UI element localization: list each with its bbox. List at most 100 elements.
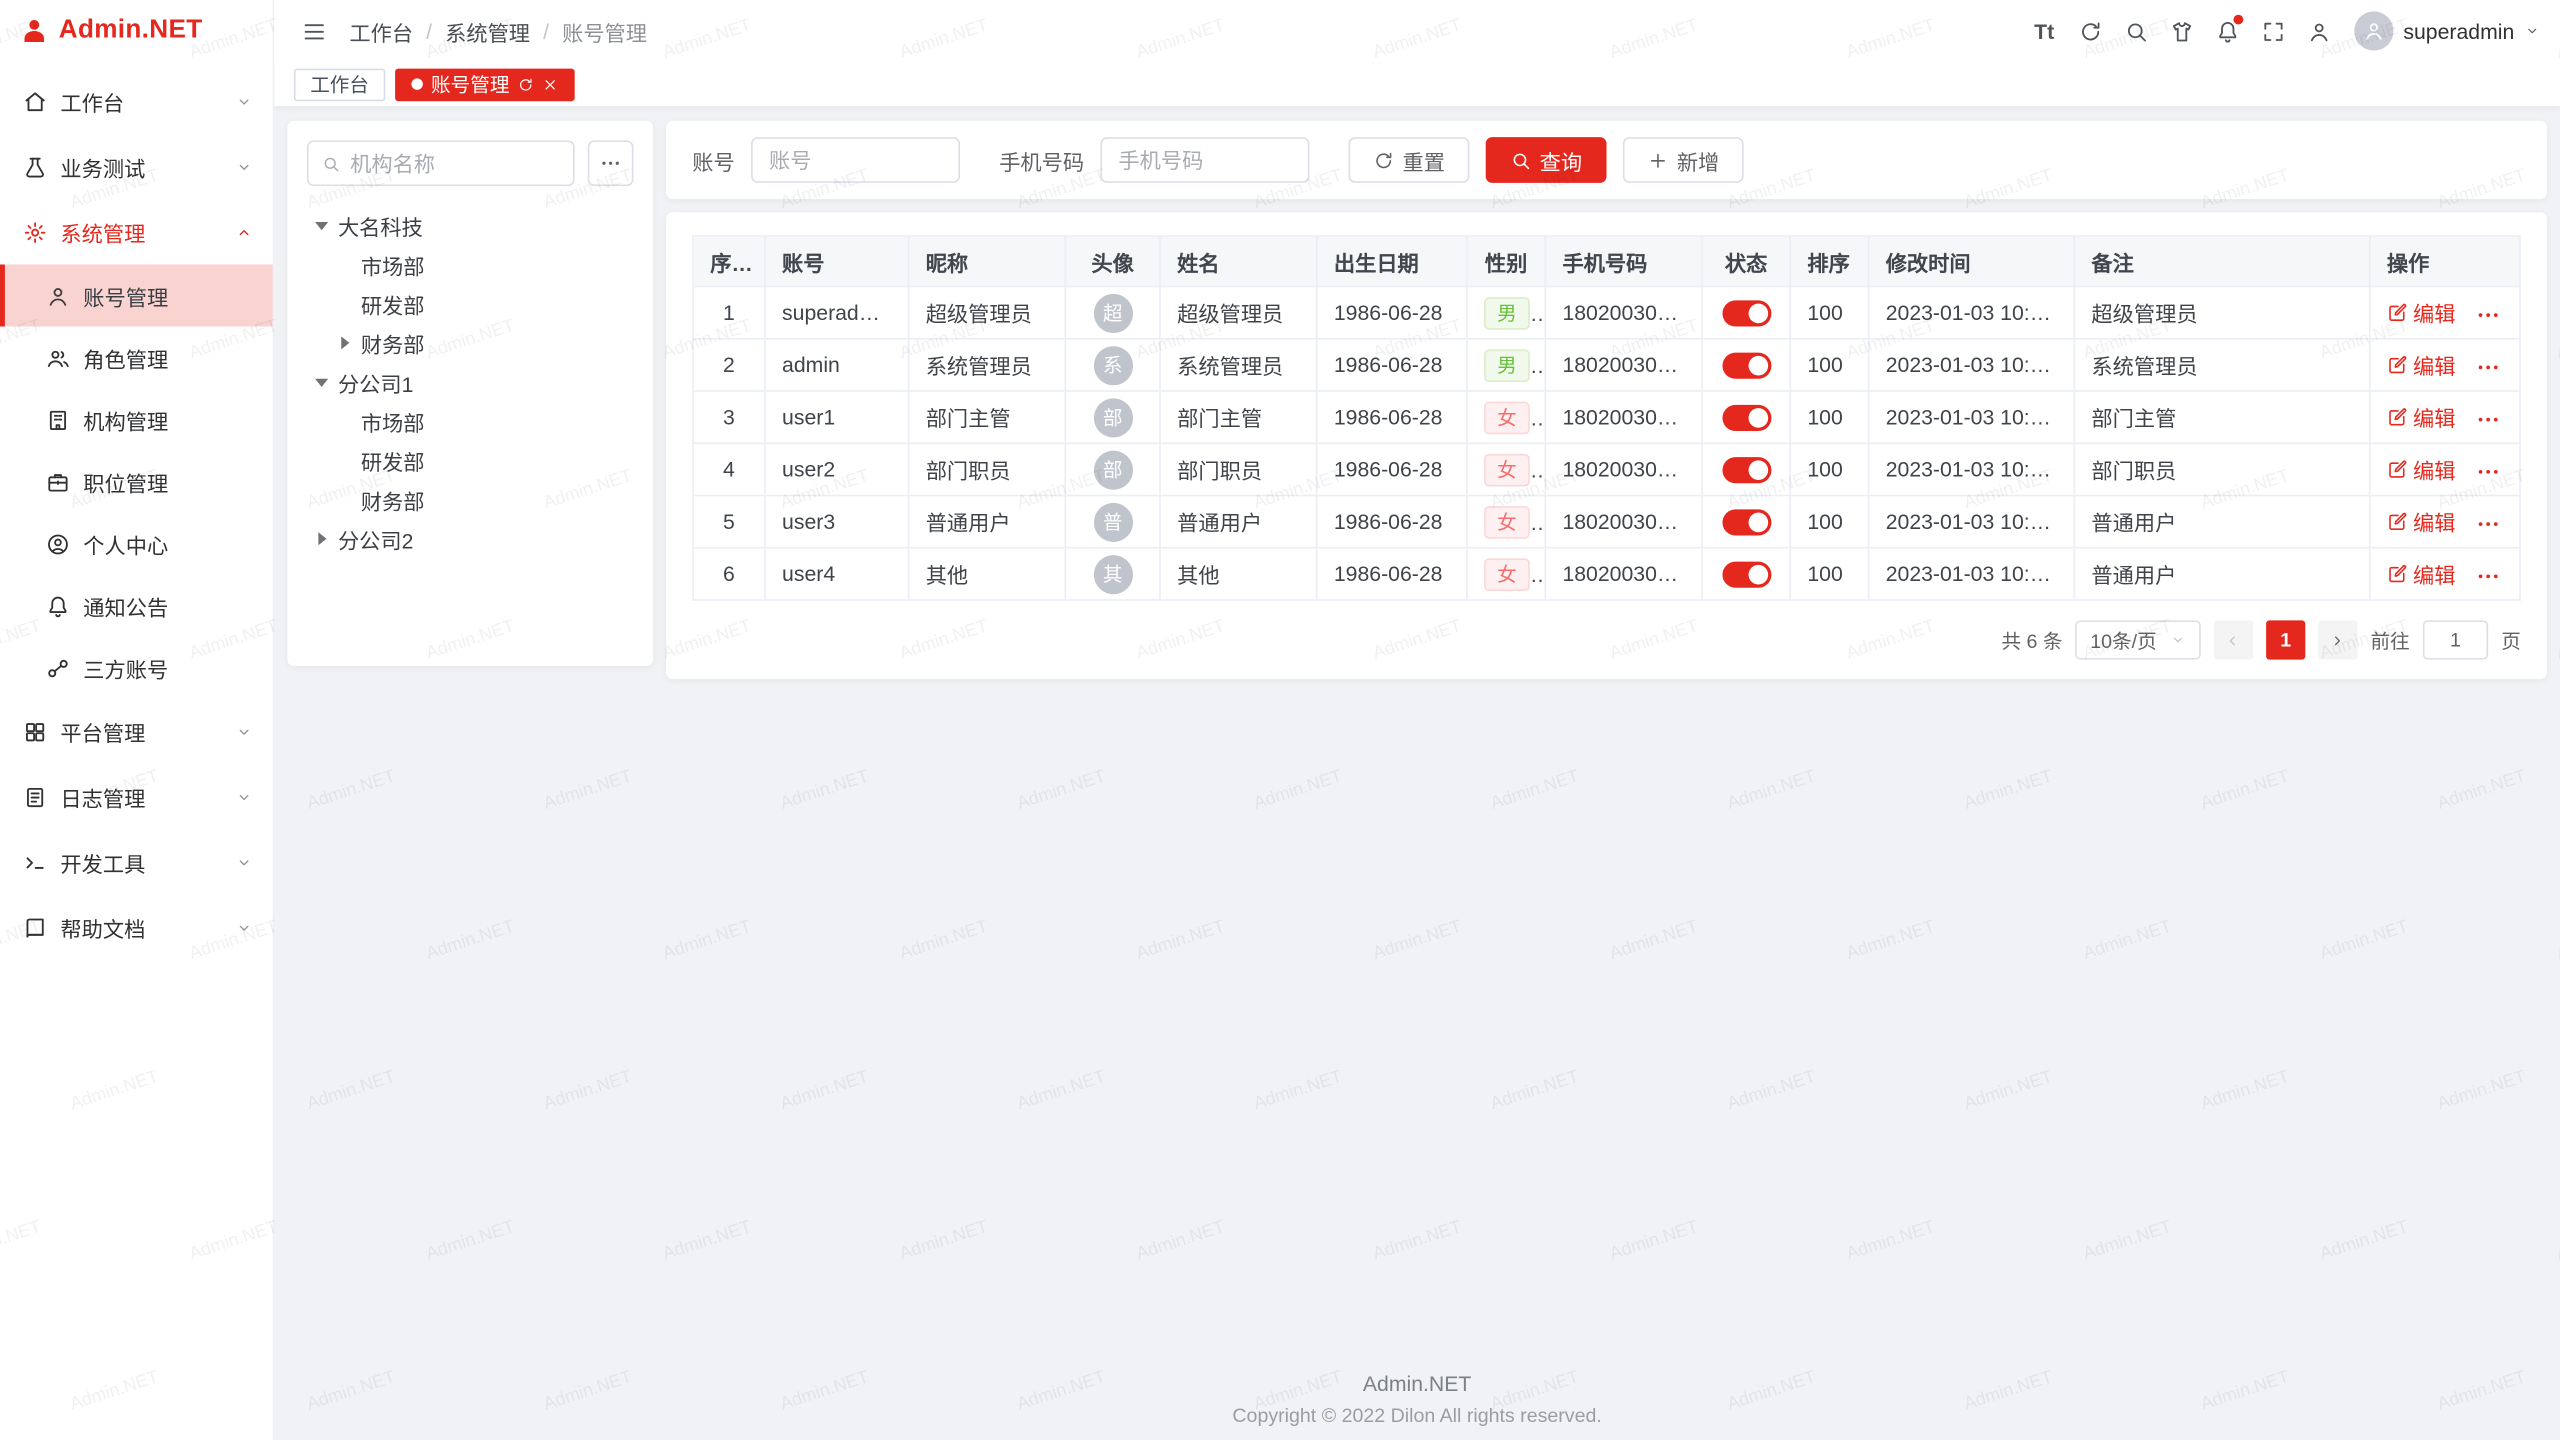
prev-page-button[interactable] bbox=[2214, 620, 2253, 659]
sidebar-item-log-management[interactable]: 日志管理 bbox=[0, 764, 273, 829]
table-cell: 18020030720 bbox=[1545, 287, 1702, 339]
edit-button[interactable]: 编辑 bbox=[2387, 349, 2456, 380]
sidebar-item-dev-tools[interactable]: 开发工具 bbox=[0, 829, 273, 894]
more-actions-icon[interactable] bbox=[2475, 407, 2501, 433]
sidebar-item-system-management[interactable]: 系统管理 bbox=[0, 199, 273, 264]
breadcrumb-item[interactable]: 工作台 bbox=[349, 16, 413, 47]
org-search-input[interactable] bbox=[350, 151, 560, 175]
tree-node[interactable]: 分公司1 bbox=[307, 362, 634, 401]
tree-node[interactable]: 市场部 bbox=[307, 402, 634, 441]
tree-node[interactable]: 财务部 bbox=[307, 480, 634, 519]
table-cell bbox=[1702, 339, 1790, 391]
tree-node-label: 研发部 bbox=[361, 445, 425, 476]
gender-tag: 女 bbox=[1484, 401, 1530, 434]
org-tree: 大名科技市场部研发部财务部分公司1市场部研发部财务部分公司2 bbox=[307, 206, 634, 559]
more-actions-icon[interactable] bbox=[2475, 563, 2501, 589]
add-button[interactable]: 新增 bbox=[1623, 137, 1744, 183]
table-cell: 1986-06-28 bbox=[1317, 391, 1467, 443]
status-toggle[interactable] bbox=[1722, 561, 1771, 587]
sidebar-item-third-party-account[interactable]: 三方账号 bbox=[0, 637, 273, 699]
tab-close-icon[interactable] bbox=[542, 76, 558, 92]
profile-icon[interactable] bbox=[2299, 11, 2338, 50]
table-cell: 系 bbox=[1065, 339, 1160, 391]
reset-button[interactable]: 重置 bbox=[1349, 137, 1470, 183]
edit-icon bbox=[2387, 354, 2408, 375]
more-actions-icon[interactable] bbox=[2475, 459, 2501, 485]
more-actions-icon[interactable] bbox=[2475, 302, 2501, 328]
status-toggle[interactable] bbox=[1722, 300, 1771, 326]
fullscreen-icon[interactable] bbox=[2253, 11, 2292, 50]
column-header: 手机号码 bbox=[1545, 236, 1702, 287]
org-icon bbox=[46, 407, 70, 431]
font-size-icon[interactable]: Tt bbox=[2025, 11, 2064, 50]
sidebar-item-personal-center[interactable]: 个人中心 bbox=[0, 513, 273, 575]
caret-down-icon[interactable] bbox=[310, 221, 333, 229]
tab-workbench[interactable]: 工作台 bbox=[294, 68, 385, 101]
status-toggle[interactable] bbox=[1722, 405, 1771, 431]
gender-tag: 女 bbox=[1484, 558, 1530, 591]
home-icon bbox=[23, 89, 47, 113]
tree-node[interactable]: 市场部 bbox=[307, 245, 634, 284]
table-cell: admin bbox=[765, 339, 909, 391]
more-actions-icon[interactable] bbox=[2475, 354, 2501, 380]
edit-button[interactable]: 编辑 bbox=[2387, 506, 2456, 537]
sidebar-item-help-docs[interactable]: 帮助文档 bbox=[0, 895, 273, 960]
user-table: 序号账号昵称头像姓名出生日期性别手机号码状态排序修改时间备注操作 1supera… bbox=[692, 235, 2521, 601]
page-size-select[interactable]: 10条/页 bbox=[2076, 620, 2201, 659]
sidebar-item-org-management[interactable]: 机构管理 bbox=[0, 389, 273, 451]
caret-down-icon[interactable] bbox=[310, 378, 333, 386]
user-icon bbox=[46, 283, 70, 307]
org-more-button[interactable] bbox=[588, 140, 634, 186]
tree-node[interactable]: 分公司2 bbox=[307, 519, 634, 558]
account-input[interactable] bbox=[751, 137, 960, 183]
collapse-menu-icon[interactable] bbox=[294, 11, 333, 50]
gender-tag: 男 bbox=[1484, 296, 1530, 329]
refresh-icon[interactable] bbox=[2070, 11, 2109, 50]
tree-node-label: 研发部 bbox=[361, 288, 425, 319]
user-menu[interactable]: superadmin bbox=[2354, 11, 2540, 50]
caret-right-icon[interactable] bbox=[333, 336, 356, 349]
status-toggle[interactable] bbox=[1722, 457, 1771, 483]
theme-icon[interactable] bbox=[2162, 11, 2201, 50]
table-cell: 编辑 bbox=[2370, 391, 2520, 443]
sidebar-item-position-management[interactable]: 职位管理 bbox=[0, 451, 273, 513]
sidebar-item-business-test[interactable]: 业务测试 bbox=[0, 134, 273, 199]
page-1-button[interactable]: 1 bbox=[2266, 620, 2305, 659]
phone-input[interactable] bbox=[1100, 137, 1309, 183]
table-cell: 100 bbox=[1790, 287, 1868, 339]
goto-input[interactable] bbox=[2423, 620, 2488, 659]
tab-label: 账号管理 bbox=[431, 70, 509, 98]
tree-node[interactable]: 大名科技 bbox=[307, 206, 634, 245]
query-button[interactable]: 查询 bbox=[1486, 137, 1607, 183]
more-actions-icon[interactable] bbox=[2475, 511, 2501, 537]
tree-node[interactable]: 财务部 bbox=[307, 323, 634, 362]
sidebar-item-workbench[interactable]: 工作台 bbox=[0, 69, 273, 134]
notification-icon[interactable] bbox=[2207, 11, 2246, 50]
next-page-button[interactable] bbox=[2318, 620, 2357, 659]
edit-button[interactable]: 编辑 bbox=[2387, 558, 2456, 589]
breadcrumb-separator: / bbox=[426, 19, 432, 43]
tree-node[interactable]: 研发部 bbox=[307, 441, 634, 480]
search-icon[interactable] bbox=[2116, 11, 2155, 50]
sidebar-item-notice[interactable]: 通知公告 bbox=[0, 575, 273, 637]
total-count: 共 6 条 bbox=[2002, 626, 2063, 654]
caret-right-icon[interactable] bbox=[310, 532, 333, 545]
tab-account-management[interactable]: 账号管理 bbox=[395, 68, 575, 101]
status-toggle[interactable] bbox=[1722, 509, 1771, 535]
edit-button[interactable]: 编辑 bbox=[2387, 297, 2456, 328]
table-cell: 部门职员 bbox=[909, 443, 1066, 495]
edit-icon bbox=[2387, 459, 2408, 480]
edit-button[interactable]: 编辑 bbox=[2387, 454, 2456, 485]
refresh-icon bbox=[1373, 149, 1394, 170]
chevron-down-icon bbox=[235, 918, 253, 936]
sidebar-item-account-management[interactable]: 账号管理 bbox=[0, 264, 273, 326]
status-toggle[interactable] bbox=[1722, 352, 1771, 378]
table-cell: 18020030720 bbox=[1545, 496, 1702, 548]
tree-node[interactable]: 研发部 bbox=[307, 284, 634, 323]
breadcrumb-item[interactable]: 系统管理 bbox=[445, 16, 530, 47]
sidebar-item-role-management[interactable]: 角色管理 bbox=[0, 327, 273, 389]
column-header: 出生日期 bbox=[1317, 236, 1467, 287]
table-cell: 编辑 bbox=[2370, 496, 2520, 548]
edit-button[interactable]: 编辑 bbox=[2387, 402, 2456, 433]
sidebar-item-platform-management[interactable]: 平台管理 bbox=[0, 699, 273, 764]
